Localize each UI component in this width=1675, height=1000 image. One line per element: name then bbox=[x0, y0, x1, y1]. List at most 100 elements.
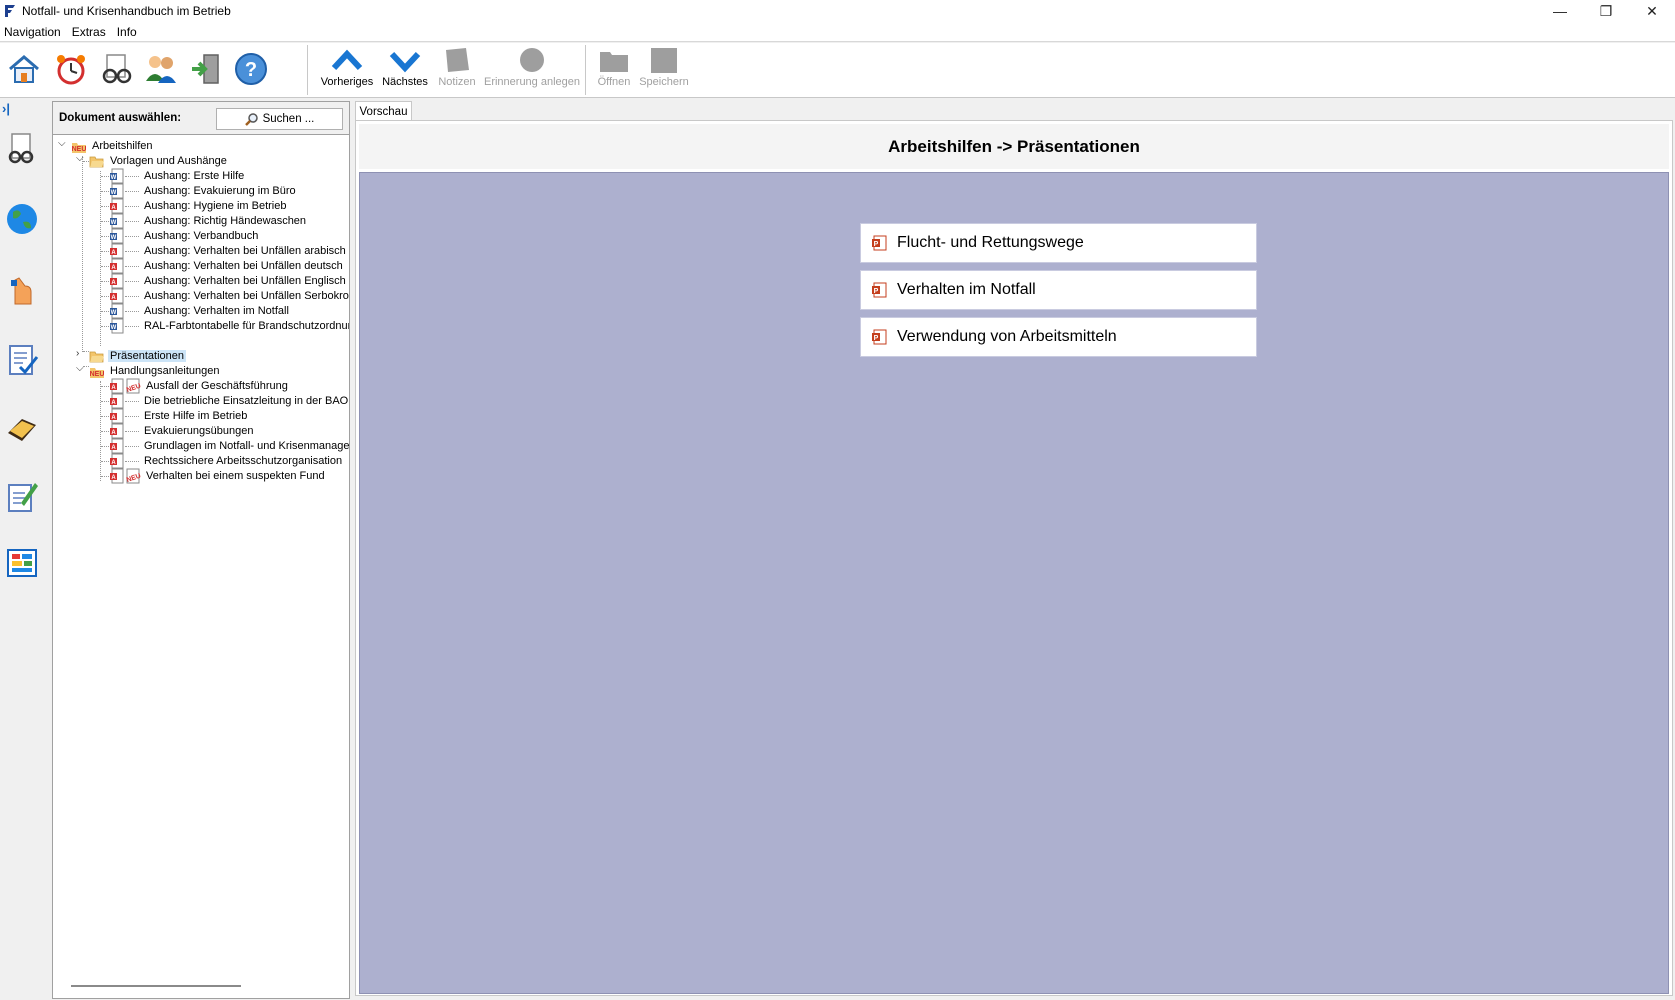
svg-text:W: W bbox=[111, 235, 117, 241]
presentation-list: P Flucht- und Rettungswege P Verhalten i… bbox=[359, 172, 1669, 994]
tree-item[interactable]: A Erste Hilfe im Betrieb bbox=[109, 408, 249, 424]
chevron-down-icon[interactable]: ⌵ bbox=[58, 139, 68, 149]
document-glasses-icon[interactable] bbox=[5, 132, 39, 166]
tree-item[interactable]: W Aushang: Evakuierung im Büro bbox=[109, 183, 298, 199]
tree-item[interactable]: A Die betriebliche Einsatzleitung in der … bbox=[109, 393, 349, 409]
checklist-icon[interactable] bbox=[5, 343, 39, 377]
pdf-file-icon: A bbox=[110, 273, 124, 289]
horizontal-scrollbar[interactable] bbox=[71, 985, 241, 987]
close-button[interactable]: ✕ bbox=[1629, 0, 1675, 22]
new-badge-icon: NEU bbox=[126, 378, 141, 394]
pdf-file-icon: A bbox=[110, 408, 124, 424]
home-icon[interactable] bbox=[6, 51, 42, 87]
reminder-icon bbox=[520, 48, 544, 72]
notes-button[interactable]: Notizen bbox=[436, 46, 478, 96]
powerpoint-file-icon: P bbox=[872, 282, 887, 298]
tree-item[interactable]: W Aushang: Erste Hilfe bbox=[109, 168, 246, 184]
minimize-button[interactable]: — bbox=[1537, 0, 1583, 22]
collapse-panel-button[interactable]: ›| bbox=[2, 101, 10, 116]
tree-item-label: Aushang: Verhalten bei Unfällen arabisch bbox=[144, 245, 346, 257]
pdf-file-icon: A bbox=[110, 288, 124, 304]
edit-note-icon[interactable] bbox=[5, 479, 39, 513]
svg-text:W: W bbox=[111, 325, 117, 331]
content-area: Vorschau Arbeitshilfen -> Präsentationen… bbox=[352, 99, 1673, 999]
chevron-down-icon[interactable]: ⌵ bbox=[76, 154, 86, 164]
svg-text:P: P bbox=[874, 335, 879, 342]
save-button[interactable]: Speichern bbox=[638, 46, 690, 96]
tree-node-vorlagen[interactable]: Vorlagen und Aushänge bbox=[89, 153, 229, 169]
book-icon[interactable] bbox=[5, 411, 39, 445]
tree-item-label: Verhalten bei einem suspekten Fund bbox=[146, 470, 325, 482]
word-file-icon: W bbox=[110, 228, 124, 244]
presentation-item-flucht[interactable]: P Flucht- und Rettungswege bbox=[860, 223, 1257, 263]
search-button[interactable]: Suchen ... bbox=[216, 108, 343, 130]
glasses-icon[interactable] bbox=[99, 51, 135, 87]
tree-item-label: Aushang: Hygiene im Betrieb bbox=[144, 200, 287, 212]
tab-vorschau[interactable]: Vorschau bbox=[355, 101, 412, 121]
svg-text:A: A bbox=[111, 265, 116, 271]
tree-item[interactable]: W Aushang: Verbandbuch bbox=[109, 228, 260, 244]
tree-item[interactable]: A Aushang: Hygiene im Betrieb bbox=[109, 198, 288, 214]
tree-item-label: Aushang: Verhalten bei Unfällen Serbokro… bbox=[144, 290, 349, 302]
tree-item[interactable]: A Evakuierungsübungen bbox=[109, 423, 255, 439]
svg-text:A: A bbox=[111, 400, 116, 406]
svg-text:A: A bbox=[111, 250, 116, 256]
folder-icon bbox=[600, 52, 628, 72]
svg-text:?: ? bbox=[245, 59, 257, 81]
svg-text:P: P bbox=[874, 241, 879, 248]
svg-text:P: P bbox=[874, 288, 879, 295]
maximize-button[interactable]: ❐ bbox=[1583, 0, 1629, 22]
svg-text:A: A bbox=[111, 205, 116, 211]
tree-item[interactable]: W RAL-Farbtontabelle für Brandschutzordnu… bbox=[109, 318, 349, 334]
new-badge-icon: NEU bbox=[126, 468, 141, 484]
users-icon[interactable] bbox=[143, 51, 179, 87]
tree-item[interactable]: A NEU Verhalten bei einem suspekten Fund bbox=[109, 468, 327, 484]
presentation-item-notfall[interactable]: P Verhalten im Notfall bbox=[860, 270, 1257, 310]
menu-navigation[interactable]: Navigation bbox=[0, 25, 68, 39]
chevron-down-icon[interactable]: ⌵ bbox=[76, 364, 86, 374]
tree-item[interactable]: W Aushang: Verhalten im Notfall bbox=[109, 303, 291, 319]
window-title: Notfall- und Krisenhandbuch im Betrieb bbox=[22, 4, 231, 18]
tree-item[interactable]: W Aushang: Richtig Händewaschen bbox=[109, 213, 308, 229]
tree-item[interactable]: A Aushang: Verhalten bei Unfällen Englisc… bbox=[109, 273, 348, 289]
tree-item-label: Aushang: Verhalten bei Unfällen Englisch bbox=[144, 275, 346, 287]
create-reminder-button[interactable]: Erinnerung anlegen bbox=[484, 46, 580, 96]
menu-bar: Navigation Extras Info bbox=[0, 22, 1675, 42]
presentation-item-arbeitsmittel[interactable]: P Verwendung von Arbeitsmitteln bbox=[860, 317, 1257, 357]
exit-door-icon[interactable] bbox=[188, 51, 224, 87]
previous-button[interactable]: Vorheriges bbox=[320, 46, 374, 96]
tree-item-label: Aushang: Erste Hilfe bbox=[144, 170, 245, 182]
help-icon[interactable]: ? bbox=[233, 51, 269, 87]
tree-item[interactable]: A Grundlagen im Notfall- und Krisenmanage… bbox=[109, 438, 349, 454]
svg-text:NEU: NEU bbox=[90, 371, 105, 378]
next-button[interactable]: Nächstes bbox=[380, 46, 430, 96]
open-button[interactable]: Öffnen bbox=[594, 46, 634, 96]
word-file-icon: W bbox=[110, 303, 124, 319]
tree-item[interactable]: A Aushang: Verhalten bei Unfällen arabisc… bbox=[109, 243, 348, 259]
tree-item[interactable]: A Aushang: Verhalten bei Unfällen deutsch bbox=[109, 258, 345, 274]
chevron-right-icon[interactable]: › bbox=[76, 349, 86, 359]
menu-extras[interactable]: Extras bbox=[68, 25, 113, 39]
save-icon bbox=[651, 48, 677, 73]
chevron-up-icon bbox=[331, 49, 363, 71]
globe-icon[interactable] bbox=[5, 202, 39, 236]
tree-item[interactable]: A NEU Ausfall der Geschäftsführung bbox=[109, 378, 290, 394]
hand-icon[interactable] bbox=[5, 274, 39, 308]
tree-node-root[interactable]: NEU Arbeitshilfen bbox=[71, 138, 155, 154]
pdf-file-icon: A bbox=[110, 423, 124, 439]
menu-info[interactable]: Info bbox=[113, 25, 144, 39]
open-folder-icon bbox=[89, 156, 104, 168]
app-logo-icon bbox=[5, 5, 15, 17]
svg-text:A: A bbox=[111, 280, 116, 286]
tree-node-handlungsanleitungen[interactable]: NEU Handlungsanleitungen bbox=[89, 363, 221, 379]
tree-item-label: Rechtssichere Arbeitsschutzorganisation bbox=[144, 455, 343, 467]
svg-text:W: W bbox=[111, 175, 117, 181]
tree-node-praesentationen[interactable]: Präsentationen bbox=[89, 348, 186, 364]
tree-item[interactable]: A Rechtssichere Arbeitsschutzorganisation bbox=[109, 453, 344, 469]
tree-item[interactable]: A Aushang: Verhalten bei Unfällen Serbokr… bbox=[109, 288, 349, 304]
svg-text:W: W bbox=[111, 190, 117, 196]
page-title: Arbeitshilfen -> Präsentationen bbox=[359, 124, 1669, 169]
tree-item-label: RAL-Farbtontabelle für Brandschutzordnun… bbox=[144, 320, 349, 332]
chart-board-icon[interactable] bbox=[5, 546, 39, 580]
alarm-clock-icon[interactable] bbox=[53, 51, 89, 87]
